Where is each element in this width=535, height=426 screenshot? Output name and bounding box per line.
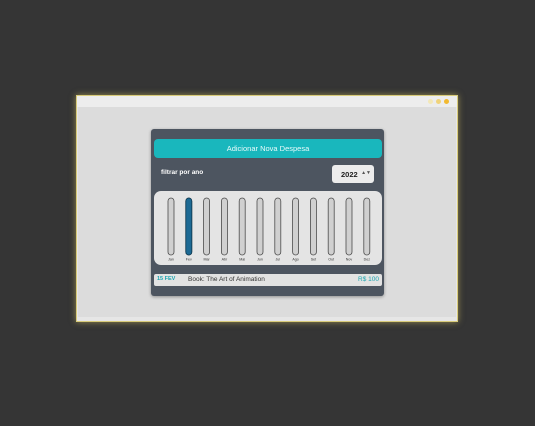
year-select[interactable]: 2022 ▲▼	[332, 165, 374, 183]
expense-amount: R$ 100	[358, 276, 379, 283]
chart-tick-label: Jan	[168, 258, 174, 262]
expense-item[interactable]: 15 FEV Book: The Art of Animation R$ 100	[154, 274, 382, 286]
year-select-value: 2022	[341, 170, 358, 179]
chart-bar-track-jul	[274, 197, 282, 256]
monthly-chart: Jan Fev Mar Abr Mai Jun Jul Ago Set Out Nov Dez	[154, 191, 382, 265]
chart-tick-label: Jul	[275, 258, 280, 262]
chart-tick-label: Fev	[186, 258, 192, 262]
chart-tick-label: Dez	[364, 258, 371, 262]
chart-tick-label: Jun	[257, 258, 263, 262]
chart-bar-track-out	[327, 197, 335, 256]
chart-tick-label: Abr	[222, 258, 228, 262]
updown-arrows-icon: ▲▼	[361, 170, 371, 176]
chart-tick-label: Mai	[239, 258, 245, 262]
chart-bar-track-abr	[221, 197, 228, 256]
chart-bar-track-nov	[345, 197, 353, 256]
chart-bar-track-set	[309, 197, 317, 256]
chart-tick-label: Nov	[346, 258, 353, 262]
chart-tick-label: Set	[311, 258, 316, 262]
chart-tick-label: Mar	[203, 258, 210, 262]
chart-bar-track-mar	[203, 197, 210, 256]
window-dot-icon[interactable]	[428, 99, 433, 104]
expense-date: 15 FEV	[157, 276, 176, 282]
chart-bar-track-dez	[363, 197, 371, 256]
expense-title: Book: The Art of Animation	[188, 276, 265, 283]
expenses-card: Adicionar Nova Despesa filtrar por ano 2…	[151, 129, 384, 296]
chart-bar-track-jun	[256, 197, 264, 256]
chart-bar-track-ago	[292, 197, 300, 256]
filter-label: filtrar por ano	[161, 169, 204, 176]
add-expense-button[interactable]: Adicionar Nova Despesa	[154, 139, 382, 158]
window-dot-icon[interactable]	[436, 99, 441, 104]
chart-bar-fill-fev	[185, 197, 193, 256]
chart-bar-track-jan	[167, 197, 175, 256]
chart-bar-track-mai	[238, 197, 246, 256]
window-titlebar	[77, 96, 457, 107]
chart-tick-label: Ago	[292, 258, 298, 262]
chart-svg: Jan Fev Mar Abr Mai Jun Jul Ago Set Out Nov Dez	[167, 197, 371, 262]
chart-tick-label: Out	[328, 258, 334, 262]
window-dot-icon[interactable]	[444, 99, 449, 104]
